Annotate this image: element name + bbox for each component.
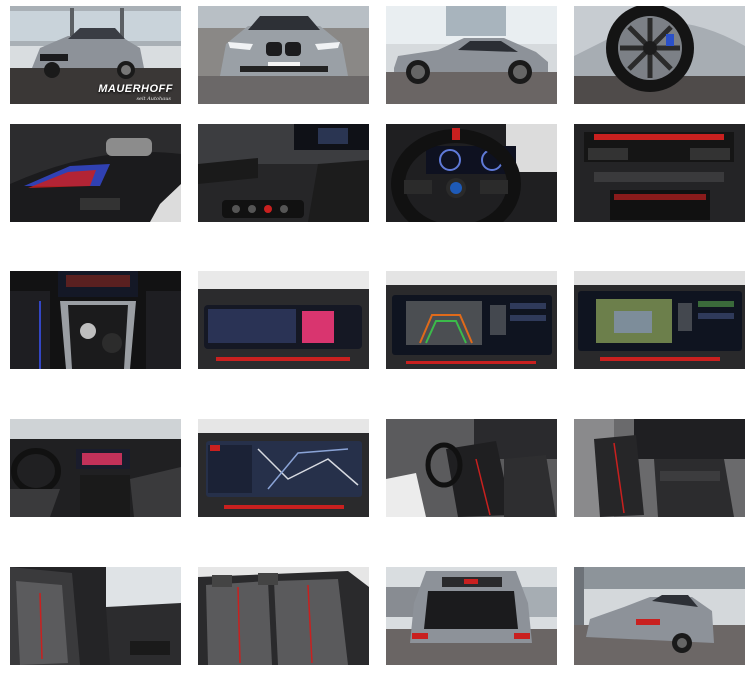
infotainment-media-image <box>198 271 369 369</box>
gallery-thumbnail-19[interactable] <box>386 567 557 665</box>
gallery-thumbnail-2[interactable] <box>198 6 369 104</box>
gallery-thumbnail-8[interactable] <box>574 124 745 222</box>
dealer-logo-subtext: seit Autohaus <box>136 96 171 102</box>
gallery-thumbnail-18[interactable] <box>198 567 369 665</box>
door-panel-image <box>10 124 181 222</box>
gallery-thumbnail-5[interactable] <box>10 124 181 222</box>
wheel-closeup-image <box>574 6 745 104</box>
gallery-thumbnail-3[interactable] <box>386 6 557 104</box>
gallery-thumbnail-1[interactable]: MAUERHOFF seit Autohaus <box>10 6 181 104</box>
steering-wheel-image <box>386 124 557 222</box>
gallery-thumbnail-11[interactable] <box>386 271 557 369</box>
car-rear-three-quarter-image <box>574 567 745 665</box>
front-seats-door-open-image <box>386 419 557 517</box>
gallery-thumbnail-13[interactable] <box>10 419 181 517</box>
gallery-thumbnail-17[interactable] <box>10 567 181 665</box>
gallery-thumbnail-16[interactable] <box>574 419 745 517</box>
interior-dashboard-image <box>10 419 181 517</box>
gallery-thumbnail-14[interactable] <box>198 419 369 517</box>
infotainment-navigation-image <box>198 419 369 517</box>
gallery-thumbnail-6[interactable] <box>198 124 369 222</box>
front-seats-passenger-image <box>574 419 745 517</box>
gallery-thumbnail-15[interactable] <box>386 419 557 517</box>
gallery-thumbnail-9[interactable] <box>10 271 181 369</box>
car-side-profile-image <box>386 6 557 104</box>
gallery-thumbnail-4[interactable] <box>574 6 745 104</box>
car-front-view-image <box>198 6 369 104</box>
door-seat-controls-image <box>198 124 369 222</box>
dashboard-vents-image <box>574 124 745 222</box>
image-gallery-grid: MAUERHOFF seit Autohaus <box>0 0 753 695</box>
gallery-thumbnail-10[interactable] <box>198 271 369 369</box>
dealer-logo-text: MAUERHOFF <box>98 83 173 95</box>
gallery-thumbnail-20[interactable] <box>574 567 745 665</box>
infotainment-rear-camera-image <box>386 271 557 369</box>
gallery-thumbnail-12[interactable] <box>574 271 745 369</box>
rear-seats-image <box>198 567 369 665</box>
center-console-image <box>10 271 181 369</box>
gallery-thumbnail-7[interactable] <box>386 124 557 222</box>
infotainment-parking-image <box>574 271 745 369</box>
passenger-seat-closeup-image <box>10 567 181 665</box>
open-trunk-image <box>386 567 557 665</box>
